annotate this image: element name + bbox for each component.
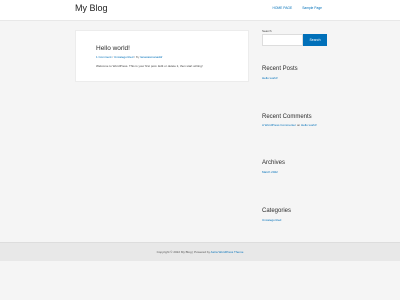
recent-posts-title: Recent Posts <box>262 66 298 72</box>
post-excerpt: Welcome to WordPress. This is your first… <box>96 64 203 68</box>
comment-author-link[interactable]: A WordPress Commenter <box>262 123 296 127</box>
recent-comments-title: Recent Comments <box>262 114 312 120</box>
nav-item-home-page[interactable]: HOME PAGE <box>272 6 292 10</box>
post-by-label: By <box>135 55 140 59</box>
site-header: My Blog HOME PAGE Sample Page <box>0 0 400 21</box>
site-footer: Copyright © 2022 My Blog | Powered by As… <box>0 242 400 261</box>
post-comments-link[interactable]: 1 Comment <box>96 55 112 59</box>
search-input[interactable] <box>262 34 303 46</box>
search-label: Search <box>262 29 272 33</box>
nav-item-sample-page[interactable]: Sample Page <box>302 6 322 10</box>
archive-item[interactable]: March 2022 <box>262 170 278 174</box>
comment-on-label: on <box>296 123 301 127</box>
recent-comment-item: A WordPress Commenter on Hello world! <box>262 123 317 127</box>
category-item[interactable]: Uncategorized <box>262 218 281 222</box>
main-navigation: HOME PAGE Sample Page <box>272 6 322 10</box>
post-card: Hello world! 1 Comment / Uncategorized /… <box>75 30 249 82</box>
footer-theme-link[interactable]: Astra WordPress Theme <box>211 250 244 254</box>
search-button[interactable]: Search <box>303 34 327 46</box>
post-category-link[interactable]: Uncategorized <box>114 55 133 59</box>
site-title[interactable]: My Blog <box>75 3 108 13</box>
categories-title: Categories <box>262 208 292 214</box>
post-title[interactable]: Hello world! <box>96 45 130 52</box>
footer-copyright: Copyright © 2022 My Blog | Powered by <box>156 250 210 254</box>
footer-credits: Copyright © 2022 My Blog | Powered by As… <box>0 250 400 254</box>
archives-title: Archives <box>262 160 286 166</box>
recent-post-item[interactable]: Hello world! <box>262 76 278 80</box>
comment-post-link[interactable]: Hello world! <box>301 123 317 127</box>
post-author-link[interactable]: lanacasmanaddr <box>140 55 162 59</box>
post-meta: 1 Comment / Uncategorized / By lanacasma… <box>96 55 162 59</box>
